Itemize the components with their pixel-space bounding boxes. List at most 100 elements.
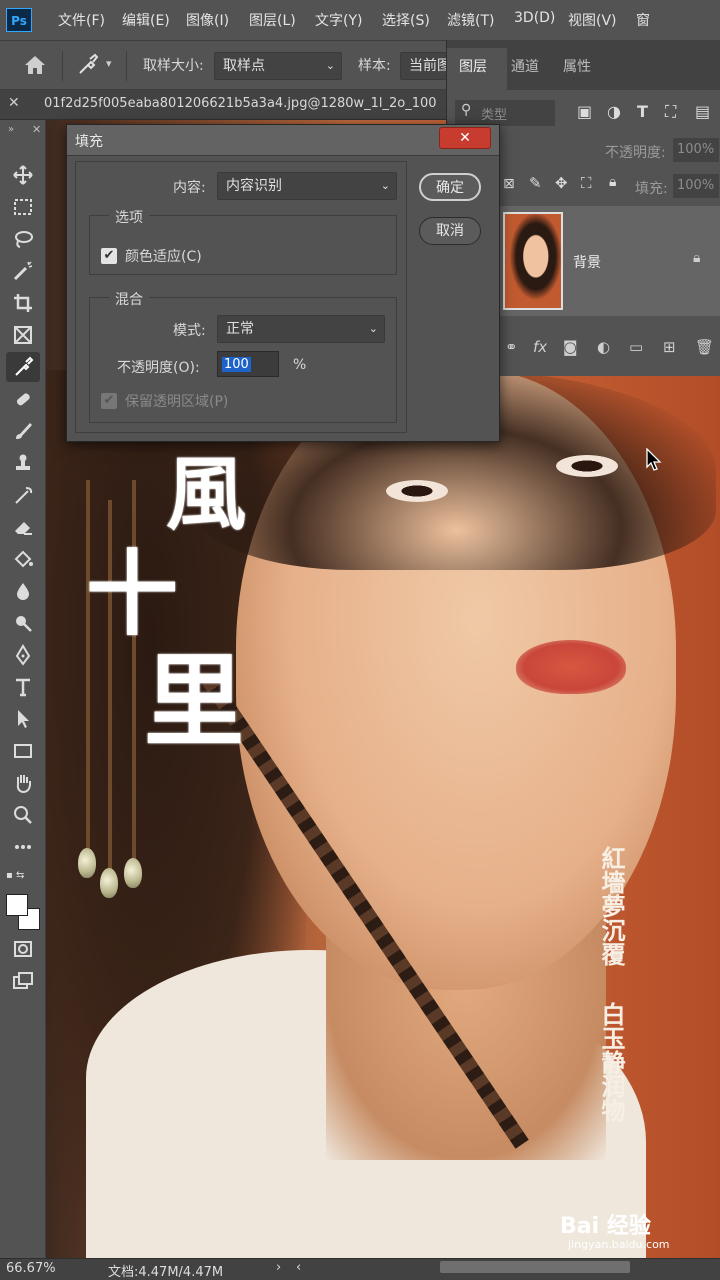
filter-type-icon[interactable]: T [637, 102, 648, 121]
healing-brush-tool-icon[interactable] [6, 384, 40, 414]
lock-artboard-icon[interactable]: ⛶ [581, 174, 592, 192]
color-adaptation-label: 颜色适应(C) [125, 249, 202, 265]
history-brush-tool-icon[interactable] [6, 480, 40, 510]
quick-mask-icon[interactable] [6, 934, 40, 964]
eraser-tool-icon[interactable] [6, 512, 40, 542]
add-mask-icon[interactable]: ◙ [563, 338, 578, 356]
menu-type[interactable]: 文字(Y) [315, 10, 362, 30]
tab-channels[interactable]: 通道 [511, 56, 539, 76]
new-layer-icon[interactable]: ⊞ [663, 338, 676, 356]
filter-pixel-icon[interactable]: ▣ [577, 102, 592, 121]
document-tab-title[interactable]: 01f2d25f005eaba801206621b5a3a4.jpg@1280w… [44, 96, 444, 111]
filter-smart-object-icon[interactable]: ▤ [695, 102, 710, 121]
dodge-tool-icon[interactable] [6, 608, 40, 638]
foreground-color-swatch[interactable] [6, 894, 28, 916]
paint-bucket-tool-icon[interactable] [6, 544, 40, 574]
color-adaptation-checkbox[interactable]: ✔ [101, 248, 117, 264]
cancel-button[interactable]: 取消 [419, 217, 481, 245]
photoshop-logo[interactable]: Ps [6, 8, 32, 32]
layer-style-icon[interactable]: fx [533, 338, 547, 356]
lock-position-icon[interactable]: ✥ [555, 174, 568, 192]
zoom-tool-icon[interactable] [6, 800, 40, 830]
opacity-field[interactable]: 100 [217, 351, 279, 377]
scroll-left-icon[interactable]: ‹ [296, 1260, 301, 1275]
clone-stamp-tool-icon[interactable] [6, 448, 40, 478]
chevron-down-icon[interactable]: ▾ [106, 57, 112, 70]
fill-field[interactable]: 100% [673, 174, 719, 198]
mode-value: 正常 [226, 321, 254, 337]
layer-opacity-field[interactable]: 100% [673, 138, 719, 162]
separator [126, 51, 127, 81]
screen-mode-icon[interactable] [6, 966, 40, 996]
link-layers-icon[interactable]: ⚭ [505, 338, 518, 356]
type-tool-icon[interactable] [6, 672, 40, 702]
blending-group-title: 混合 [109, 289, 149, 309]
sample-size-value: 取样点 [223, 58, 265, 74]
menu-view[interactable]: 视图(V) [568, 10, 617, 30]
mode-label: 模式: [173, 323, 206, 339]
move-tool-icon[interactable] [6, 160, 40, 190]
adjustment-layer-icon[interactable]: ◐ [597, 338, 610, 356]
options-group-title: 选项 [109, 207, 149, 227]
layer-thumbnail [503, 212, 563, 310]
mouse-cursor-icon [646, 447, 662, 476]
lock-transparent-icon[interactable]: ⊠ [503, 176, 515, 192]
preserve-transparency-checkbox[interactable]: ✔ [101, 393, 117, 409]
menu-select[interactable]: 选择(S) [382, 10, 430, 30]
close-icon[interactable]: ✕ [32, 123, 41, 136]
layer-kind-filter[interactable]: ⚲ 类型 [455, 100, 555, 126]
document-info[interactable]: 文档:4.47M/4.47M [108, 1261, 223, 1280]
collapse-icon[interactable]: » [8, 124, 14, 135]
more-tools-icon[interactable] [6, 832, 40, 862]
crop-tool-icon[interactable] [6, 288, 40, 318]
menu-filter[interactable]: 滤镜(T) [447, 10, 494, 30]
new-group-icon[interactable]: ▭ [629, 338, 643, 356]
watermark: Bai 经验 [560, 1214, 651, 1239]
status-menu-arrow-icon[interactable]: › [276, 1260, 281, 1275]
hand-tool-icon[interactable] [6, 768, 40, 798]
layer-row-background[interactable]: 背景 🔒︎ [497, 206, 720, 316]
sample-size-dropdown[interactable]: 取样点 ⌄ [214, 52, 342, 80]
menu-3d[interactable]: 3D(D) [514, 10, 555, 26]
menu-window[interactable]: 窗 [636, 10, 650, 30]
rectangle-tool-icon[interactable] [6, 736, 40, 766]
delete-layer-icon[interactable]: 🗑︎ [695, 338, 714, 356]
layer-name: 背景 [573, 255, 601, 271]
marquee-tool-icon[interactable] [6, 192, 40, 222]
photo-bead [100, 868, 118, 898]
zoom-level[interactable]: 66.67% [6, 1261, 56, 1276]
filter-adjustment-icon[interactable]: ◑ [607, 102, 621, 121]
layer-kind-placeholder: 类型 [481, 108, 508, 123]
dialog-close-button[interactable]: ✕ [439, 127, 491, 149]
menu-layer[interactable]: 图层(L) [249, 10, 296, 30]
magic-wand-tool-icon[interactable] [6, 256, 40, 286]
eyedropper-icon[interactable] [76, 53, 99, 81]
poem-line-2: 白玉静润物 [597, 1002, 626, 1122]
menu-edit[interactable]: 编辑(E) [122, 10, 170, 30]
filter-shape-icon[interactable]: ⛶ [665, 102, 676, 122]
layer-lock-icon: 🔒︎ [693, 250, 701, 266]
contents-dropdown[interactable]: 内容识别 ⌄ [217, 172, 397, 200]
blur-tool-icon[interactable] [6, 576, 40, 606]
swap-colors-icon[interactable]: ▪ ⇆ [6, 870, 40, 884]
lock-all-icon[interactable]: 🔒︎ [609, 174, 616, 190]
preserve-transparency-label: 保留透明区域(P) [125, 394, 229, 410]
close-tab-icon[interactable]: ✕ [8, 95, 20, 111]
pen-tool-icon[interactable] [6, 640, 40, 670]
menu-image[interactable]: 图像(I) [186, 10, 229, 30]
tab-properties[interactable]: 属性 [563, 56, 591, 76]
frame-tool-icon[interactable] [6, 320, 40, 350]
menu-file[interactable]: 文件(F) [58, 10, 105, 30]
panel-tab-bar: 图层 通道 属性 [447, 40, 720, 90]
horizontal-scrollbar[interactable] [440, 1261, 630, 1273]
ok-button[interactable]: 确定 [419, 173, 481, 201]
dialog-title-bar[interactable]: 填充 ✕ [67, 125, 499, 156]
lock-paint-icon[interactable]: ✎ [529, 174, 542, 192]
path-selection-tool-icon[interactable] [6, 704, 40, 734]
brush-tool-icon[interactable] [6, 416, 40, 446]
tab-layers[interactable]: 图层 [459, 56, 487, 76]
eyedropper-tool-icon[interactable] [6, 352, 40, 382]
lasso-tool-icon[interactable] [6, 224, 40, 254]
mode-dropdown[interactable]: 正常 ⌄ [217, 315, 385, 343]
home-icon[interactable] [22, 53, 48, 81]
